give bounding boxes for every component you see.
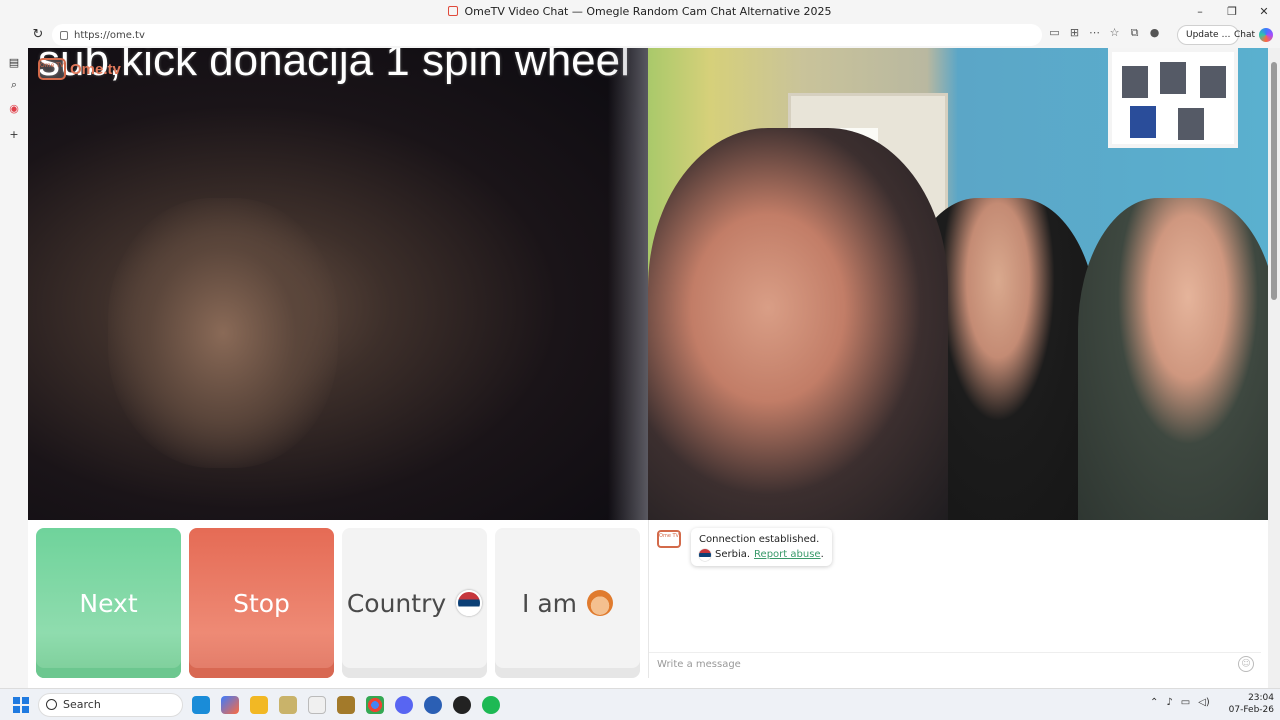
serbia-flag-icon — [456, 590, 483, 616]
chat-panel: Ome TV Connection established. Serbia. R… — [648, 520, 1261, 678]
report-abuse-link[interactable]: Report abuse — [754, 549, 821, 560]
favorite-star-icon[interactable]: ☆ — [1108, 26, 1121, 39]
windows-start-icon[interactable] — [13, 697, 29, 713]
background-photo-board — [1108, 48, 1238, 148]
ometv-page: sub,kick donacija 1 spin wheel Ome TV Om… — [28, 48, 1268, 688]
window-titlebar: OmeTV Video Chat — Omegle Random Cam Cha… — [0, 0, 1280, 22]
window-controls: – ❐ ✕ — [1184, 0, 1280, 22]
clock-date: 07-Feb-26 — [1228, 705, 1274, 715]
photo-1 — [1122, 66, 1148, 98]
chrome-icon[interactable] — [366, 696, 384, 714]
add-icon[interactable]: + — [7, 128, 21, 142]
ometv-wordmark: Ome.tv — [70, 60, 121, 78]
reload-icon[interactable]: ↻ — [30, 27, 46, 43]
record-icon[interactable]: ◉ — [7, 102, 21, 116]
update-button[interactable]: Update … — [1177, 25, 1240, 45]
camera-icon[interactable]: ▭ — [1048, 26, 1061, 39]
copilot-app-icon[interactable] — [221, 696, 239, 714]
update-more-icon: … — [1221, 30, 1231, 40]
pen-app-icon[interactable] — [279, 696, 297, 714]
connection-status: Connection established. — [699, 534, 820, 545]
stop-label: Stop — [233, 588, 290, 618]
boy-avatar-icon — [587, 590, 613, 616]
windows-taskbar: Search ⌃ ♪ ▭ ◁) 23:04 07-Feb-26 — [0, 688, 1280, 720]
more-icon[interactable]: ⋯ — [1088, 26, 1101, 39]
message-input[interactable]: Write a message — [649, 652, 1261, 676]
browser-sidebar: ▤ ⌕ ◉ + — [0, 48, 28, 688]
taskbar-search-label: Search — [63, 698, 101, 711]
photo-4 — [1130, 106, 1156, 138]
game-app-icon[interactable] — [337, 696, 355, 714]
collections-icon[interactable]: ⧉ — [1128, 26, 1141, 39]
taskbar-clock[interactable]: 23:04 07-Feb-26 — [1224, 692, 1274, 716]
taskbar-search-icon — [46, 699, 57, 710]
partner-country: Serbia. — [715, 549, 751, 560]
discord-icon[interactable] — [395, 696, 413, 714]
tv-favicon-icon — [448, 6, 459, 16]
report-tail: . — [820, 549, 824, 560]
ometv-badge-icon: Ome TV — [38, 58, 66, 80]
stream-overlay-text: sub,kick donacija 1 spin wheel — [38, 48, 630, 85]
system-message: Connection established. Serbia. Report a… — [691, 528, 832, 566]
close-button[interactable]: ✕ — [1248, 0, 1280, 22]
partner-country-row: Serbia. Report abuse. — [699, 547, 824, 562]
edge-icon[interactable] — [192, 696, 210, 714]
system-tray: ⌃ ♪ ▭ ◁) — [1150, 697, 1210, 708]
country-label: Country — [346, 588, 447, 618]
ometv-chat-logo-icon: Ome TV — [657, 530, 681, 548]
copilot-chat-button[interactable]: Chat — [1234, 25, 1274, 45]
maximize-button[interactable]: ❐ — [1216, 0, 1248, 22]
profile-icon[interactable]: ● — [1148, 26, 1161, 39]
tab-actions-icon[interactable]: ▤ — [7, 56, 21, 70]
chat-label: Chat — [1234, 30, 1256, 40]
lock-icon — [60, 30, 68, 40]
ometv-logo[interactable]: Ome TV Ome.tv — [38, 58, 121, 80]
file-explorer-icon[interactable] — [250, 696, 268, 714]
copilot-icon — [1259, 28, 1274, 42]
address-bar[interactable]: https://ome.tv — [52, 24, 1042, 46]
photo-2 — [1160, 62, 1186, 94]
next-label: Next — [79, 588, 138, 618]
iam-label: I am — [522, 588, 577, 618]
remote-person-right — [1078, 198, 1268, 520]
volume-icon[interactable]: ◁) — [1198, 697, 1210, 708]
next-button[interactable]: Next — [36, 528, 181, 678]
local-video-subject — [108, 198, 338, 468]
serbia-flag-small-icon — [699, 548, 711, 561]
country-button[interactable]: Country — [342, 528, 487, 678]
toolbar-icons: ▭ ⊞ ⋯ ☆ ⧉ ● — [1048, 26, 1161, 39]
gender-button[interactable]: I am — [495, 528, 640, 678]
document-icon[interactable] — [308, 696, 326, 714]
search-icon[interactable]: ⌕ — [7, 78, 21, 92]
remote-person-left — [648, 128, 948, 520]
taskbar-apps — [192, 696, 500, 714]
remote-video — [648, 48, 1268, 520]
emoji-icon[interactable]: ☺ — [1238, 656, 1254, 672]
url-text: https://ome.tv — [74, 29, 145, 41]
apps-icon[interactable]: ⊞ — [1068, 26, 1081, 39]
taskbar-search[interactable]: Search — [38, 693, 183, 717]
page-scrollbar[interactable] — [1268, 48, 1280, 688]
microphone-icon[interactable]: ♪ — [1166, 697, 1172, 708]
stop-button[interactable]: Stop — [189, 528, 334, 678]
photo-5 — [1178, 108, 1204, 140]
obs-icon[interactable] — [453, 696, 471, 714]
spotify-icon[interactable] — [482, 696, 500, 714]
scrollbar-thumb[interactable] — [1271, 62, 1277, 300]
window-title: OmeTV Video Chat — Omegle Random Cam Cha… — [464, 4, 832, 18]
photo-3 — [1200, 66, 1226, 98]
update-label: Update — [1186, 30, 1219, 40]
chat-controls: Next Stop Country I am — [36, 528, 640, 678]
minimize-button[interactable]: – — [1184, 0, 1216, 22]
display-icon[interactable]: ▭ — [1181, 697, 1190, 708]
tray-chevron-icon[interactable]: ⌃ — [1150, 697, 1158, 708]
network-app-icon[interactable] — [424, 696, 442, 714]
local-video: sub,kick donacija 1 spin wheel Ome TV Om… — [28, 48, 648, 520]
clock-time: 23:04 — [1248, 693, 1274, 703]
browser-toolbar: ↻ https://ome.tv ▭ ⊞ ⋯ ☆ ⧉ ● Update … Ch… — [0, 22, 1280, 48]
